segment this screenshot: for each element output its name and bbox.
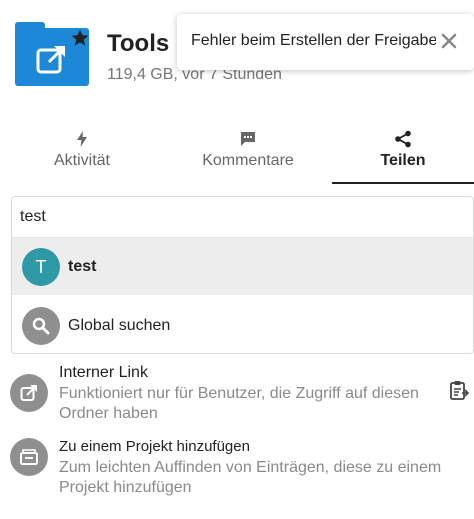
share-search: T test Global suchen — [11, 196, 474, 354]
active-tab-indicator — [332, 182, 474, 184]
sidebar-tabs: Aktivität Kommentare Teilen — [0, 120, 474, 186]
project-icon-circle — [10, 438, 48, 476]
add-to-project-entry[interactable]: Zu einem Projekt hinzufügen Zum leichten… — [0, 436, 474, 516]
global-search-option[interactable]: Global suchen — [12, 297, 473, 355]
error-toast: Fehler beim Erstellen der Freigabe — [177, 14, 474, 70]
external-link-icon — [20, 385, 37, 401]
global-search-label: Global suchen — [68, 317, 171, 334]
file-title: Tools — [107, 30, 170, 57]
internal-link-entry: Interner Link Funktioniert nur für Benut… — [0, 360, 474, 430]
internal-link-icon-circle — [10, 374, 48, 412]
internal-link-title: Interner Link — [59, 364, 148, 381]
favorite-star-icon[interactable] — [70, 28, 90, 48]
tab-activity[interactable]: Aktivität — [22, 120, 142, 184]
add-to-project-description: Zum leichten Auffinden von Einträgen, di… — [59, 459, 442, 496]
tab-share[interactable]: Teilen — [332, 120, 474, 184]
tab-share-label: Teilen — [380, 152, 426, 169]
close-icon[interactable] — [436, 28, 462, 54]
tab-comments-label: Kommentare — [202, 152, 294, 169]
tab-activity-label: Aktivität — [53, 152, 110, 169]
search-result-label: test — [68, 258, 97, 275]
share-search-input[interactable] — [12, 197, 473, 237]
tab-comments[interactable]: Kommentare — [178, 120, 318, 184]
search-icon-circle — [22, 307, 60, 345]
search-icon — [32, 317, 50, 335]
add-to-project-title: Zu einem Projekt hinzufügen — [59, 438, 250, 455]
share-icon — [395, 130, 411, 148]
clipboard-icon[interactable] — [448, 380, 470, 402]
toast-message: Fehler beim Erstellen der Freigabe — [191, 32, 438, 49]
comment-icon — [241, 132, 255, 146]
internal-link-description: Funktioniert nur für Benutzer, die Zugri… — [59, 385, 419, 422]
search-result-user[interactable]: T test — [12, 237, 473, 295]
project-icon — [20, 449, 38, 465]
external-share-icon — [36, 45, 66, 74]
activity-icon — [77, 131, 87, 147]
avatar: T — [22, 248, 60, 286]
